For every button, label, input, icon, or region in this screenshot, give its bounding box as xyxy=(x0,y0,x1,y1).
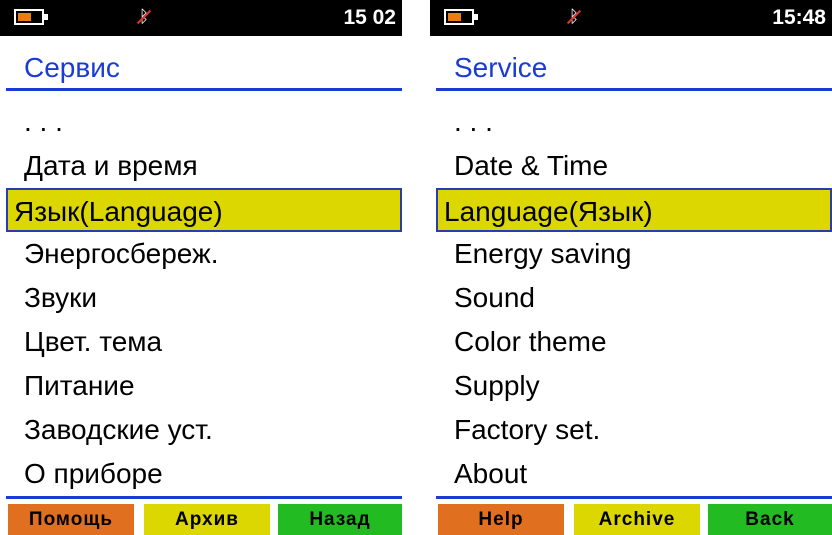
menu-item-language[interactable]: Language(Язык) xyxy=(436,188,832,232)
bluetooth-off-icon: ᛒ xyxy=(136,6,152,28)
page-title: Сервис xyxy=(24,52,120,83)
status-bar: ᛒ 15 02 xyxy=(0,0,402,36)
battery-icon xyxy=(14,9,44,25)
menu-item-up[interactable]: . . . xyxy=(6,100,402,144)
menu-item-about[interactable]: About xyxy=(436,452,832,496)
clock: 15:48 xyxy=(772,6,826,29)
archive-button[interactable]: Archive xyxy=(574,504,700,535)
device-screen-english: ᛒ 15:48 Service . . . Date & Time Langua… xyxy=(430,0,832,535)
softkey-bar: Помощь Архив Назад xyxy=(0,504,402,535)
back-button[interactable]: Back xyxy=(708,504,832,535)
battery-icon xyxy=(444,9,474,25)
archive-button[interactable]: Архив xyxy=(144,504,270,535)
help-button[interactable]: Помощь xyxy=(8,504,134,535)
battery-tip xyxy=(474,14,478,20)
menu-item-sound[interactable]: Sound xyxy=(436,276,832,320)
menu-item-supply[interactable]: Питание xyxy=(6,364,402,408)
menu-item-language[interactable]: Язык(Language) xyxy=(6,188,402,232)
help-button[interactable]: Help xyxy=(438,504,564,535)
title-divider xyxy=(436,88,832,91)
clock: 15 02 xyxy=(343,6,396,29)
battery-tip xyxy=(44,14,48,20)
page-title: Service xyxy=(454,52,548,83)
menu-item-date-time[interactable]: Date & Time xyxy=(436,144,832,188)
back-button[interactable]: Назад xyxy=(278,504,402,535)
menu-item-color-theme[interactable]: Color theme xyxy=(436,320,832,364)
status-bar: ᛒ 15:48 xyxy=(430,0,832,36)
softkey-divider xyxy=(6,496,402,499)
menu-item-color-theme[interactable]: Цвет. тема xyxy=(6,320,402,364)
device-screen-russian: ᛒ 15 02 Сервис . . . Дата и время Язык(L… xyxy=(0,0,402,535)
menu-item-sound[interactable]: Звуки xyxy=(6,276,402,320)
menu-list: . . . Дата и время Язык(Language) Энерго… xyxy=(0,100,402,496)
menu-list: . . . Date & Time Language(Язык) Energy … xyxy=(430,100,832,496)
menu-item-about[interactable]: О приборе xyxy=(6,452,402,496)
softkey-divider xyxy=(436,496,832,499)
softkey-bar: Help Archive Back xyxy=(430,504,832,535)
menu-item-factory-settings[interactable]: Factory set. xyxy=(436,408,832,452)
menu-item-date-time[interactable]: Дата и время xyxy=(6,144,402,188)
menu-item-up[interactable]: . . . xyxy=(436,100,832,144)
menu-item-supply[interactable]: Supply xyxy=(436,364,832,408)
title-divider xyxy=(6,88,402,91)
bluetooth-off-icon: ᛒ xyxy=(566,6,582,28)
menu-item-energy-saving[interactable]: Energy saving xyxy=(436,232,832,276)
menu-item-energy-saving[interactable]: Энергосбереж. xyxy=(6,232,402,276)
menu-item-factory-settings[interactable]: Заводские уст. xyxy=(6,408,402,452)
